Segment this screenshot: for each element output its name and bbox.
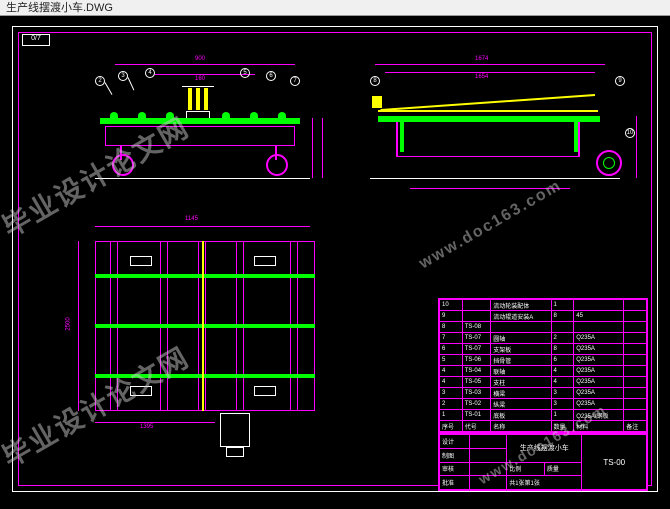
balloon: 9 — [615, 76, 625, 86]
bom-cell: TS-03 — [462, 388, 491, 399]
drawing-title: 生产线摆渡小车 — [507, 435, 582, 463]
bom-cell — [624, 410, 647, 421]
balloon: 5 — [240, 68, 250, 78]
bom-cell: TS-02 — [462, 399, 491, 410]
bom-cell: 3 — [440, 388, 463, 399]
bom-cell — [624, 399, 647, 410]
bom-cell: 底板 — [491, 410, 551, 421]
title-block: 设计 生产线摆渡小车 TS-00 制图 审核 比例质量 批准 共1张第1张 — [438, 433, 648, 491]
dim-plan-pitch: 1395 — [140, 424, 153, 430]
bom-col-no: 序号 — [440, 421, 463, 432]
dim-plan-length: 1145 — [185, 216, 198, 222]
drawing-number: TS-00 — [582, 435, 647, 490]
balloon: 6 — [266, 71, 276, 81]
bom-cell — [462, 311, 491, 322]
bom-cell — [624, 322, 647, 333]
bom-cell: 纵梁 — [491, 399, 551, 410]
bom-cell: Q235A/钢板 — [574, 410, 624, 421]
bom-cell — [624, 333, 647, 344]
bom-cell: 挡骨管 — [491, 355, 551, 366]
bom-col-mat: 材料 — [574, 421, 624, 432]
bom-cell — [624, 300, 647, 311]
bom-col-name: 名称 — [491, 421, 551, 432]
dim-side-length: 1674 — [475, 56, 488, 62]
bom-cell: 6 — [551, 355, 574, 366]
bom-cell — [624, 377, 647, 388]
bom-cell: Q235A — [574, 366, 624, 377]
bom-cell: 10 — [440, 300, 463, 311]
bom-cell: 5 — [440, 355, 463, 366]
bom-cell: Q235A — [574, 333, 624, 344]
bom-cell: 4 — [551, 377, 574, 388]
bom-cell: TS-06 — [462, 355, 491, 366]
bom-cell: Q235A — [574, 355, 624, 366]
bom-cell: TS-07 — [462, 333, 491, 344]
cad-canvas[interactable]: 0/7 900 160 2 3 — [0, 16, 670, 509]
bom-cell: 1 — [440, 410, 463, 421]
bom-cell — [574, 300, 624, 311]
bom-cell — [551, 322, 574, 333]
dim-front-pitch: 160 — [195, 76, 205, 82]
bom-cell: Q235A — [574, 399, 624, 410]
bom-cell: 6 — [440, 344, 463, 355]
balloon: 4 — [145, 68, 155, 78]
bom-cell — [624, 344, 647, 355]
bom-cell: 2 — [551, 333, 574, 344]
bom-cell: Q235A — [574, 388, 624, 399]
dim-plan-height: 2500 — [66, 317, 72, 330]
bom-cell: TS-08 — [462, 322, 491, 333]
bom-cell — [491, 322, 551, 333]
bom-cell: 8 — [551, 311, 574, 322]
bom-cell — [574, 322, 624, 333]
bom-cell: TS-04 — [462, 366, 491, 377]
bom-cell — [624, 355, 647, 366]
balloon: 7 — [290, 76, 300, 86]
bom-table: 10流动轮装配体19流动辊道安装A8458TS-087TS-07圆轴2Q235A… — [438, 298, 648, 433]
file-title-bar: 生产线摆渡小车.DWG — [0, 0, 670, 16]
bom-cell: 3 — [551, 399, 574, 410]
bom-cell — [624, 366, 647, 377]
bom-cell: 7 — [440, 333, 463, 344]
bom-cell: 3 — [551, 388, 574, 399]
bom-cell: 2 — [440, 399, 463, 410]
bom-cell: 圆轴 — [491, 333, 551, 344]
bom-cell: 1 — [551, 300, 574, 311]
bom-cell: TS-05 — [462, 377, 491, 388]
bom-cell: 横梁 — [491, 388, 551, 399]
wheel-icon — [266, 154, 288, 176]
wheel-icon — [112, 154, 134, 176]
bom-cell: 4 — [440, 366, 463, 377]
bom-cell — [624, 311, 647, 322]
bom-col-note: 备注 — [624, 421, 647, 432]
bom-cell: 9 — [440, 311, 463, 322]
bom-cell: 45 — [574, 311, 624, 322]
bom-cell: TS-01 — [462, 410, 491, 421]
bom-cell: 联轴 — [491, 366, 551, 377]
bom-cell: 流动辊道安装A — [491, 311, 551, 322]
bom-col-code: 代号 — [462, 421, 491, 432]
bom-col-qty: 数量 — [551, 421, 574, 432]
bom-cell: TS-07 — [462, 344, 491, 355]
balloon: 8 — [370, 76, 380, 86]
bom-cell: 支柱 — [491, 377, 551, 388]
filename-label: 生产线摆渡小车.DWG — [6, 2, 113, 14]
bom-cell: 1 — [551, 410, 574, 421]
dim-front-width: 900 — [195, 56, 205, 62]
balloon: 10 — [625, 128, 635, 138]
bom-cell: 4 — [440, 377, 463, 388]
bom-cell: Q235A — [574, 377, 624, 388]
bom-cell: 支架板 — [491, 344, 551, 355]
bom-cell: 4 — [551, 366, 574, 377]
bom-cell: 流动轮装配体 — [491, 300, 551, 311]
bom-cell: 8 — [440, 322, 463, 333]
balloon: 3 — [118, 71, 128, 81]
bom-cell: Q235A — [574, 344, 624, 355]
bom-cell: 8 — [551, 344, 574, 355]
dim-side-width: 1654 — [475, 74, 488, 80]
bom-cell — [462, 300, 491, 311]
bom-cell — [624, 388, 647, 399]
revision-tag: 0/7 — [22, 34, 50, 46]
balloon: 2 — [95, 76, 105, 86]
